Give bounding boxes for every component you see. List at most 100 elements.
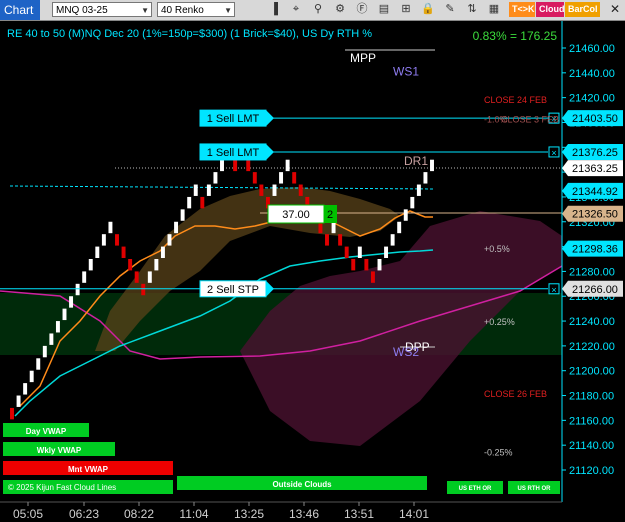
price-tick-label: 21160.00 bbox=[569, 415, 614, 427]
chevron-down-icon: ▼ bbox=[141, 6, 149, 15]
renko-brick-up bbox=[397, 221, 402, 234]
renko-brick-up bbox=[377, 259, 382, 271]
time-axis[interactable]: 05:05 06:23 08:22 11:04 13:25 13:46 13:51 14:01 bbox=[13, 502, 429, 521]
instrument-selector[interactable]: MNQ 03-25 ▼ bbox=[52, 2, 152, 17]
renko-brick-down bbox=[338, 234, 343, 246]
renko-brick-up bbox=[55, 321, 60, 333]
renko-brick-down bbox=[252, 172, 257, 184]
renko-brick-up bbox=[75, 283, 80, 296]
renko-brick-up bbox=[88, 259, 93, 271]
order-arrow-icon bbox=[266, 110, 274, 127]
renko-brick-up bbox=[272, 184, 277, 196]
renko-brick-up bbox=[108, 221, 113, 234]
annotation-label: WS2 bbox=[393, 345, 419, 359]
order-label: 2 Sell STP bbox=[207, 284, 259, 296]
renko-brick-up bbox=[285, 159, 290, 172]
order-label: 1 Sell LMT bbox=[207, 113, 260, 125]
renko-brick-up bbox=[29, 370, 34, 383]
wkly-vwap-label: Wkly VWAP bbox=[37, 446, 82, 455]
mnt-vwap-label: Mnt VWAP bbox=[68, 465, 109, 474]
renko-brick-up bbox=[42, 345, 47, 358]
renko-brick-down bbox=[292, 172, 297, 184]
renko-brick-up bbox=[62, 308, 67, 321]
clouds-label: © 2025 Kijun Fast Cloud Lines bbox=[8, 483, 116, 492]
period-selector[interactable]: 40 Renko ▼ bbox=[157, 2, 235, 17]
annotation-label: -0.25% bbox=[484, 447, 513, 457]
price-tag-label: 21266.00 bbox=[572, 284, 618, 296]
cloud-button[interactable]: Cloud bbox=[536, 2, 565, 17]
layout-icon[interactable]: ▦ bbox=[487, 2, 501, 17]
renko-brick-down bbox=[134, 271, 139, 283]
renko-brick-up bbox=[331, 221, 336, 234]
strategies-icon[interactable]: ⊞ bbox=[399, 2, 413, 17]
renko-brick-up bbox=[49, 333, 54, 345]
time-tick-label: 13:25 bbox=[234, 507, 264, 521]
price-tick-label: 21280.00 bbox=[569, 266, 615, 278]
annotation-label: CLOSE 26 FEB bbox=[484, 389, 547, 399]
annotation-label: DR1 bbox=[404, 154, 428, 168]
time-tick-label: 13:51 bbox=[344, 507, 374, 521]
renko-brick-up bbox=[430, 159, 434, 172]
templates-icon[interactable]: ▤ bbox=[377, 2, 391, 17]
renko-brick-up bbox=[95, 246, 100, 258]
pct-readout: 0.83% = 176.25 bbox=[473, 29, 558, 43]
renko-brick-down bbox=[370, 271, 375, 283]
crosshair-icon[interactable]: ⌖ bbox=[289, 2, 303, 17]
chart-toolbar: Chart MNQ 03-25 ▼ 40 Renko ▼ ▐ ⌖ ⚲ ⚙ Ⓕ ▤… bbox=[0, 0, 625, 21]
chart-canvas[interactable]: 1 Sell LMT ×1 Sell LMT ×2 Sell STP × MPPWS1… bbox=[0, 21, 625, 522]
renko-brick-up bbox=[416, 184, 421, 196]
close-icon[interactable]: ✕ bbox=[607, 2, 623, 17]
renko-brick-up bbox=[36, 358, 41, 370]
close-icon: × bbox=[551, 148, 556, 158]
zoom-icon[interactable]: ⚲ bbox=[311, 2, 325, 17]
renko-brick-up bbox=[187, 196, 192, 209]
renko-brick-down bbox=[115, 234, 119, 246]
barcol-button[interactable]: BarCol bbox=[565, 2, 600, 17]
price-tag-label: 21376.25 bbox=[572, 147, 618, 159]
renko-brick-down bbox=[344, 246, 349, 258]
bar-type-icon[interactable]: ▐ bbox=[267, 2, 281, 17]
chart-trader-icon[interactable]: ⇅ bbox=[465, 2, 479, 17]
properties-icon[interactable]: ⚙ bbox=[333, 2, 347, 17]
order-arrow-icon bbox=[266, 143, 274, 160]
tenkan-kijun-button[interactable]: T<>K bbox=[509, 2, 535, 17]
price-tick-label: 21240.00 bbox=[569, 316, 615, 328]
annotation-label: WS1 bbox=[393, 65, 419, 79]
renko-brick-down bbox=[325, 234, 329, 246]
renko-brick-up bbox=[390, 234, 395, 246]
renko-brick-up bbox=[423, 172, 428, 184]
renko-brick-up bbox=[384, 246, 389, 258]
position-price: 37.00 bbox=[282, 209, 310, 221]
renko-brick-down bbox=[351, 259, 356, 271]
annotation-label: MPP bbox=[350, 51, 376, 65]
instrument-value: MNQ 03-25 bbox=[56, 5, 108, 16]
position-qty: 2 bbox=[327, 209, 333, 221]
chevron-down-icon: ▼ bbox=[224, 6, 232, 15]
time-tick-label: 06:23 bbox=[69, 507, 99, 521]
annotation-label: +0.5% bbox=[484, 244, 510, 254]
price-axis[interactable]: 21460.0021440.0021420.0021400.0021380.00… bbox=[562, 43, 615, 477]
window-title: Chart bbox=[0, 0, 40, 20]
price-tag-label: 21326.50 bbox=[572, 209, 618, 221]
order-label: 1 Sell LMT bbox=[207, 147, 260, 159]
drawing-tools-icon[interactable]: ✎ bbox=[443, 2, 457, 17]
renko-brick-up bbox=[279, 172, 284, 184]
renko-brick-down bbox=[233, 159, 238, 172]
lock-icon[interactable]: 🔒 bbox=[421, 2, 435, 17]
chart-window: Chart MNQ 03-25 ▼ 40 Renko ▼ ▐ ⌖ ⚲ ⚙ Ⓕ ▤… bbox=[0, 0, 625, 522]
time-tick-label: 05:05 bbox=[13, 507, 43, 521]
price-tag-label: 21344.92 bbox=[572, 186, 618, 198]
price-tick-label: 21460.00 bbox=[569, 43, 615, 55]
time-tick-label: 08:22 bbox=[124, 507, 154, 521]
renko-brick-down bbox=[298, 184, 303, 196]
renko-brick-up bbox=[160, 246, 165, 258]
renko-brick-up bbox=[410, 196, 415, 209]
renko-brick-down bbox=[141, 283, 146, 296]
renko-brick-up bbox=[69, 296, 74, 308]
renko-brick-up bbox=[154, 259, 159, 271]
renko-brick-up bbox=[206, 184, 211, 196]
indicators-icon[interactable]: Ⓕ bbox=[355, 2, 369, 17]
annotation-label: CLOSE 24 FEB bbox=[484, 95, 547, 105]
renko-brick-up bbox=[180, 209, 185, 221]
renko-brick-up bbox=[147, 271, 152, 283]
